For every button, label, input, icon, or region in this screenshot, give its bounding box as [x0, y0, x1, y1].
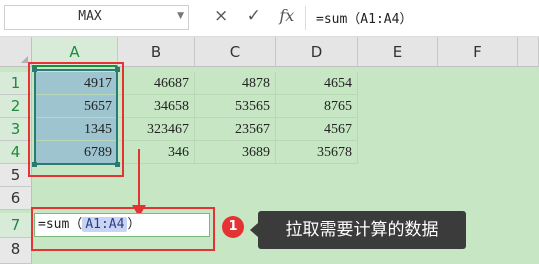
cell-b1[interactable]: 46687 [118, 72, 195, 95]
chevron-down-icon[interactable]: ▼ [177, 11, 184, 21]
confirm-icon[interactable]: ✓ [247, 6, 261, 26]
cell-c1[interactable]: 4878 [195, 72, 276, 95]
column-header-e[interactable]: E [358, 37, 438, 67]
highlight-box-formula [31, 207, 215, 251]
tooltip-callout: 拉取需要计算的数据 [258, 211, 466, 249]
cell-c2[interactable]: 53565 [195, 95, 276, 118]
step-badge: 1 [222, 216, 244, 238]
cancel-icon[interactable]: × [214, 6, 228, 26]
cell-d2[interactable]: 8765 [276, 95, 358, 118]
column-header-f[interactable]: F [438, 37, 518, 67]
cell-d1[interactable]: 4654 [276, 72, 358, 95]
insert-function-icon[interactable]: fx [279, 6, 294, 25]
name-box[interactable]: MAX ▼ [4, 5, 189, 30]
column-header-d[interactable]: D [276, 37, 358, 67]
cell-d3[interactable]: 4567 [276, 118, 358, 141]
cell-c3[interactable]: 23567 [195, 118, 276, 141]
row-header-6[interactable]: 6 [0, 187, 32, 210]
formula-bar: MAX ▼ × ✓ fx =sum（A1:A4） [0, 0, 539, 37]
formula-bar-divider [305, 6, 306, 30]
cell-b4[interactable]: 346 [118, 141, 195, 164]
column-header-c[interactable]: C [195, 37, 276, 67]
row-header-7[interactable]: 7 [0, 213, 32, 238]
formula-input[interactable]: =sum（A1:A4） [316, 8, 412, 27]
cell-c4[interactable]: 3689 [195, 141, 276, 164]
spreadsheet-grid[interactable]: A B C D E F 1 2 3 4 5 6 7 8 4917 46687 4… [0, 37, 539, 264]
name-box-value: MAX [78, 9, 102, 24]
arrow-down-icon [138, 149, 140, 209]
cell-b2[interactable]: 34658 [118, 95, 195, 118]
callout-pointer [250, 223, 258, 237]
column-header-b[interactable]: B [118, 37, 195, 67]
row-header-8[interactable]: 8 [0, 238, 32, 264]
cell-b3[interactable]: 323467 [118, 118, 195, 141]
highlight-box-range [28, 62, 124, 177]
column-header-g[interactable] [518, 37, 539, 67]
cell-d4[interactable]: 35678 [276, 141, 358, 164]
